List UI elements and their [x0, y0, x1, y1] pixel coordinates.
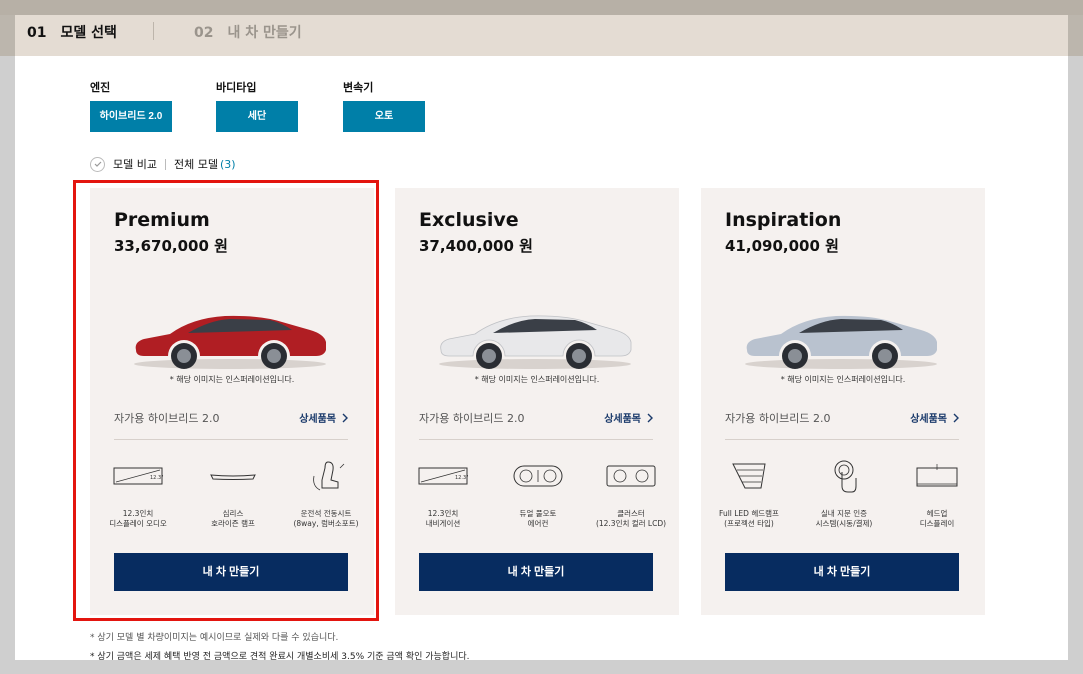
fingerprint-icon	[834, 460, 857, 493]
build-car-button[interactable]: 내 차 만들기	[419, 553, 653, 591]
step-1-number: 01	[27, 25, 47, 41]
compare-checkbox[interactable]	[90, 156, 105, 172]
step-divider	[153, 22, 154, 40]
image-disclaimer: * 해당 이미지는 인스퍼레이션입니다.	[780, 375, 906, 384]
footnote-2: * 상기 금액은 세제 혜택 반영 전 금액으로 견적 완료시 개별소비세 3.…	[90, 652, 470, 660]
aircon-icon	[513, 465, 563, 487]
feature-label: Full LED 헤드램프 (프로젝션 타입)	[719, 509, 779, 528]
modal-backdrop-left	[0, 56, 15, 674]
engine-label: 자가용 하이브리드 2.0	[419, 412, 525, 425]
compare-row: 모델 비교 전체 모델 (3)	[90, 156, 236, 172]
feature-item: 듀얼 풀오토 에어컨	[499, 458, 577, 529]
detail-link-label: 상세품목	[604, 414, 641, 425]
compare-divider	[164, 158, 166, 170]
filter-engine: 엔진 하이브리드 2.0	[90, 79, 172, 132]
cluster-icon	[606, 465, 656, 487]
feature-item: Full LED 헤드램프 (프로젝션 타입)	[710, 458, 788, 529]
model-card-exclusive: Exclusive 37,400,000 원 * 해당 이미지는 인스퍼레이션입…	[395, 188, 679, 615]
compare-label[interactable]: 모델 비교	[113, 156, 157, 172]
step-1-label: 모델 선택	[60, 25, 117, 41]
step-2-label: 내 차 만들기	[227, 25, 302, 41]
feature-label: 듀얼 풀오토 에어컨	[519, 509, 557, 528]
model-name: Inspiration	[725, 209, 842, 231]
model-card-inspiration: Inspiration 41,090,000 원 * 해당 이미지는 인스퍼레이…	[701, 188, 985, 615]
filter-transmission: 변속기 오토	[343, 79, 425, 132]
image-disclaimer: * 해당 이미지는 인스퍼레이션입니다.	[474, 375, 600, 384]
configurator-frame: 01 모델 선택 02 내 차 만들기 엔진 하이브리드 2.0 바디타입 세단 변…	[15, 15, 1068, 660]
feature-item: 헤드업 디스플레이	[898, 458, 976, 529]
model-price: 41,090,000 원	[725, 237, 839, 255]
step-1[interactable]: 01 모델 선택	[27, 22, 117, 42]
filter-transmission-label: 변속기	[343, 81, 374, 94]
filter-engine-label: 엔진	[90, 81, 111, 94]
all-models-label: 전체 모델	[173, 158, 218, 171]
modal-backdrop-right	[1068, 56, 1083, 674]
feature-label: 실내 지문 인증 시스템(시동/결제)	[815, 509, 873, 528]
model-price: 37,400,000 원	[419, 237, 533, 255]
step-bar: 01 모델 선택 02 내 차 만들기	[15, 15, 1068, 56]
feature-label: 12.3인치 내비게이션	[425, 509, 461, 528]
engine-label: 자가용 하이브리드 2.0	[725, 412, 831, 425]
model-count: (3)	[219, 157, 236, 171]
feature-label: 클러스터 (12.3인치 컬러 LCD)	[595, 509, 667, 528]
navigation-icon: 12.3"	[418, 467, 468, 485]
feature-item: 실내 지문 인증 시스템(시동/결제)	[805, 458, 883, 529]
filter-body-type-label: 바디타입	[216, 81, 257, 94]
svg-text:12.3": 12.3"	[455, 475, 468, 481]
footnotes: * 상기 모델 별 차량이미지는 예시이므로 실제와 다를 수 있습니다. * …	[90, 629, 470, 660]
filter-body-type-button[interactable]: 세단	[216, 101, 298, 132]
car-image	[439, 315, 632, 369]
filter-body-type: 바디타입 세단	[216, 79, 298, 132]
check-icon	[94, 161, 101, 167]
filter-transmission-button[interactable]: 오토	[343, 101, 425, 132]
chevron-right-icon	[647, 413, 653, 422]
step-2[interactable]: 02 내 차 만들기	[194, 22, 302, 42]
car-image	[745, 315, 937, 369]
detail-link[interactable]: 상세품목	[910, 410, 959, 425]
build-car-button[interactable]: 내 차 만들기	[725, 553, 959, 591]
feature-label: 헤드업 디스플레이	[919, 509, 955, 528]
card-divider	[419, 439, 653, 440]
step-2-number: 02	[194, 25, 214, 41]
top-band	[0, 0, 1083, 15]
model-name: Exclusive	[419, 209, 519, 231]
feature-item: 클러스터 (12.3인치 컬러 LCD)	[592, 458, 670, 529]
filter-engine-button[interactable]: 하이브리드 2.0	[90, 101, 172, 132]
detail-link[interactable]: 상세품목	[604, 410, 653, 425]
chevron-right-icon	[953, 413, 959, 422]
footnote-1: * 상기 모델 별 차량이미지는 예시이므로 실제와 다를 수 있습니다.	[90, 633, 339, 643]
hud-icon	[916, 464, 958, 487]
card-divider	[725, 439, 959, 440]
headlamp-icon	[732, 463, 766, 489]
modal-backdrop-bottom	[0, 660, 1083, 674]
detail-link-label: 상세품목	[910, 414, 947, 425]
selected-card-highlight	[73, 180, 379, 621]
feature-item: 12.3" 12.3인치 내비게이션	[404, 458, 482, 529]
